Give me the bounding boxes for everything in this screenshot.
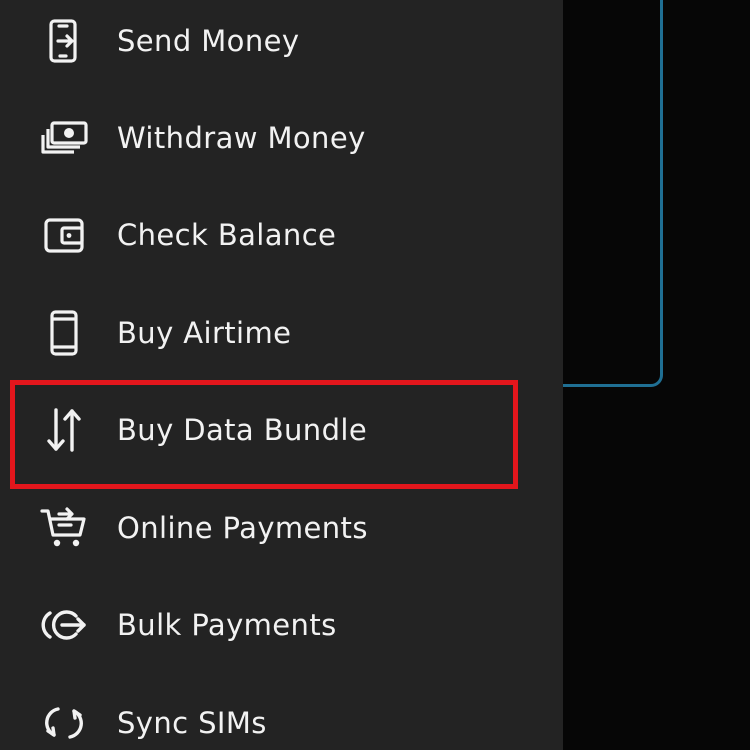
menu-item-label: Check Balance — [117, 217, 337, 252]
wallet-icon — [36, 207, 92, 263]
menu-item-buy-airtime[interactable]: Buy Airtime — [0, 284, 563, 381]
menu-item-withdraw-money[interactable]: Withdraw Money — [0, 89, 563, 186]
menu-item-label: Buy Airtime — [117, 315, 292, 350]
bulk-payment-arrow-icon — [36, 597, 92, 653]
shopping-cart-icon — [36, 500, 92, 556]
menu-item-label: Withdraw Money — [117, 120, 366, 155]
screen: Send Money Withdraw Money Check Balance … — [0, 0, 750, 750]
menu-item-online-payments[interactable]: Online Payments — [0, 479, 563, 576]
cash-stack-icon — [36, 110, 92, 166]
highlight-box — [10, 380, 518, 489]
menu-item-label: Send Money — [117, 23, 300, 58]
menu-item-check-balance[interactable]: Check Balance — [0, 186, 563, 283]
phone-icon — [36, 305, 92, 361]
menu-item-bulk-payments[interactable]: Bulk Payments — [0, 576, 563, 673]
menu-item-sync-sims[interactable]: Sync SIMs — [0, 674, 563, 750]
menu-item-label: Sync SIMs — [117, 705, 267, 740]
navigation-drawer: Send Money Withdraw Money Check Balance … — [0, 0, 563, 750]
phone-send-icon — [36, 13, 92, 69]
menu-item-label: Online Payments — [117, 510, 368, 545]
menu-item-label: Bulk Payments — [117, 607, 337, 642]
sync-icon — [36, 695, 92, 750]
menu-item-send-money[interactable]: Send Money — [0, 0, 563, 89]
